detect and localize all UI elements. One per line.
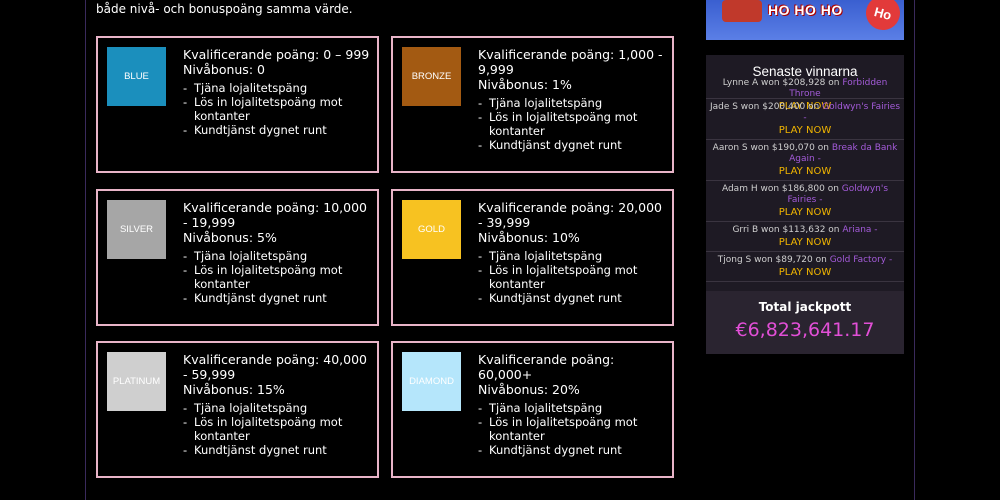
play-now-link[interactable]: PLAY NOW	[708, 125, 902, 137]
tier-perks-list: Tjäna lojalitetspäng Lös in lojalitetspo…	[183, 401, 371, 457]
tier-badge-diamond: DIAMOND	[402, 352, 461, 411]
winner-text: Tjong S won $89,720 on	[717, 255, 830, 265]
tier-qualifying-points: Kvalificerande poäng: 1,000 - 9,999	[478, 47, 663, 77]
perk-item: Tjäna lojalitetspäng	[478, 96, 666, 110]
promo-banner-title: HO HO HO	[768, 2, 843, 18]
perk-item: Tjäna lojalitetspäng	[183, 401, 371, 415]
tier-perks-list: Tjäna lojalitetspäng Lös in lojalitetspo…	[183, 81, 371, 137]
tier-badge-blue: BLUE	[107, 47, 166, 106]
winner-game-link[interactable]: Gold Factory -	[830, 255, 893, 265]
tier-perks-list: Tjäna lojalitetspäng Lös in lojalitetspo…	[478, 401, 666, 457]
tier-card-silver: SILVER Kvalificerande poäng: 10,000 - 19…	[96, 189, 379, 326]
total-jackpot-panel: Total jackpott €6,823,641.17	[706, 291, 904, 354]
play-now-link[interactable]: PLAY NOW	[708, 267, 902, 279]
tier-perks-list: Tjäna lojalitetspäng Lös in lojalitetspo…	[478, 249, 666, 305]
winner-item: Adam H won $186,800 on Goldwyn's Fairies…	[706, 181, 904, 222]
play-now-link[interactable]: PLAY NOW	[708, 237, 902, 249]
tier-level-bonus: Nivåbonus: 5%	[183, 230, 277, 245]
perk-item: Tjäna lojalitetspäng	[478, 401, 666, 415]
perk-item: Kundtjänst dygnet runt	[478, 443, 666, 457]
winner-item: Tjong S won $89,720 on Gold Factory - PL…	[706, 252, 904, 282]
perk-item: Lös in lojalitetspoäng mot kontanter	[183, 263, 371, 291]
perk-item: Kundtjänst dygnet runt	[478, 138, 666, 152]
tier-badge-gold: GOLD	[402, 200, 461, 259]
intro-text: både nivå- och bonuspoäng samma värde.	[96, 2, 353, 16]
winner-text: Adam H won $186,800 on	[721, 184, 842, 194]
tier-badge-platinum: PLATINUM	[107, 352, 166, 411]
tier-qualifying-points: Kvalificerande poäng: 40,000 - 59,999	[183, 352, 367, 382]
promo-badge: Ho	[862, 0, 904, 34]
tier-card-gold: GOLD Kvalificerande poäng: 20,000 - 39,9…	[391, 189, 674, 326]
tier-qualifying-points: Kvalificerande poäng: 60,000+	[478, 352, 615, 382]
tier-level-bonus: Nivåbonus: 0	[183, 62, 265, 77]
winner-text: Lynne A won $208,928 on	[722, 78, 843, 88]
promo-character-image	[722, 0, 762, 22]
tier-level-bonus: Nivåbonus: 20%	[478, 382, 580, 397]
tier-qualifying-points: Kvalificerande poäng: 20,000 - 39,999	[478, 200, 662, 230]
winner-item: Aaron S won $190,070 on Break da Bank Ag…	[706, 140, 904, 181]
winner-text: Aaron S won $190,070 on	[712, 143, 832, 153]
recent-winners-panel: Senaste vinnarna Lynne A won $208,928 on…	[706, 55, 904, 291]
perk-item: Tjäna lojalitetspäng	[183, 249, 371, 263]
content-right-border	[914, 0, 915, 500]
winner-text: Jade S won $200,400 on	[709, 102, 823, 112]
perk-item: Lös in lojalitetspoäng mot kontanter	[183, 415, 371, 443]
perk-item: Lös in lojalitetspoäng mot kontanter	[183, 95, 371, 123]
tier-level-bonus: Nivåbonus: 1%	[478, 77, 572, 92]
tier-badge-silver: SILVER	[107, 200, 166, 259]
content-left-border	[85, 0, 86, 500]
winner-game-link[interactable]: Ariana -	[842, 225, 877, 235]
tier-perks-list: Tjäna lojalitetspäng Lös in lojalitetspo…	[183, 249, 371, 305]
winner-item: Lynne A won $208,928 on Forbidden Throne…	[706, 75, 904, 112]
play-now-link[interactable]: PLAY NOW	[708, 207, 902, 219]
winner-text: Grri B won $113,632 on	[732, 225, 843, 235]
tier-perks-list: Tjäna lojalitetspäng Lös in lojalitetspo…	[478, 96, 666, 152]
perk-item: Tjäna lojalitetspäng	[478, 249, 666, 263]
tier-card-platinum: PLATINUM Kvalificerande poäng: 40,000 - …	[96, 341, 379, 478]
tier-card-diamond: DIAMOND Kvalificerande poäng: 60,000+ Ni…	[391, 341, 674, 478]
tier-level-bonus: Nivåbonus: 15%	[183, 382, 285, 397]
tier-qualifying-points: Kvalificerande poäng: 10,000 - 19,999	[183, 200, 367, 230]
tier-card-bronze: BRONZE Kvalificerande poäng: 1,000 - 9,9…	[391, 36, 674, 173]
perk-item: Tjäna lojalitetspäng	[183, 81, 371, 95]
perk-item: Lös in lojalitetspoäng mot kontanter	[478, 110, 666, 138]
play-now-link[interactable]: PLAY NOW	[708, 166, 902, 178]
perk-item: Kundtjänst dygnet runt	[183, 291, 371, 305]
winner-item: Grri B won $113,632 on Ariana - PLAY NOW	[706, 222, 904, 252]
tier-badge-bronze: BRONZE	[402, 47, 461, 106]
promo-banner[interactable]: HO HO HO Ho	[706, 0, 904, 40]
perk-item: Lös in lojalitetspoäng mot kontanter	[478, 263, 666, 291]
tier-qualifying-points: Kvalificerande poäng: 0 – 999	[183, 47, 370, 62]
winner-item: Jade S won $200,400 on Goldwyn's Fairies…	[706, 99, 904, 140]
tier-level-bonus: Nivåbonus: 10%	[478, 230, 580, 245]
perk-item: Lös in lojalitetspoäng mot kontanter	[478, 415, 666, 443]
jackpot-label: Total jackpott	[758, 300, 852, 314]
tier-card-blue: BLUE Kvalificerande poäng: 0 – 999 Nivåb…	[96, 36, 379, 173]
perk-item: Kundtjänst dygnet runt	[478, 291, 666, 305]
jackpot-value: €6,823,641.17	[735, 319, 875, 341]
perk-item: Kundtjänst dygnet runt	[183, 123, 371, 137]
perk-item: Kundtjänst dygnet runt	[183, 443, 371, 457]
